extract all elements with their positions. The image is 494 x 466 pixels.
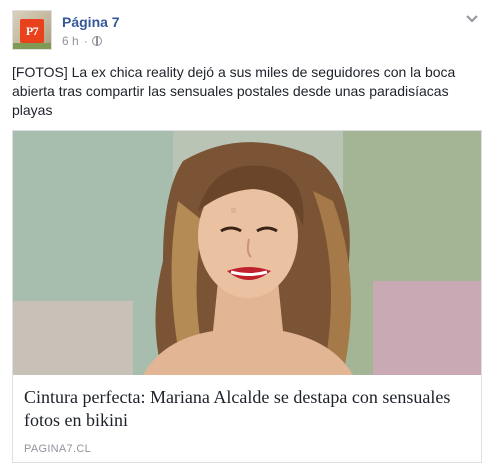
post-timestamp[interactable]: 6 h	[62, 34, 79, 48]
link-card-text[interactable]: Cintura perfecta: Mariana Alcalde se des…	[13, 375, 481, 462]
post-text: [FOTOS] La ex chica reality dejó a sus m…	[12, 64, 456, 118]
link-card-title[interactable]: Cintura perfecta: Mariana Alcalde se des…	[24, 386, 464, 432]
page-name-link[interactable]: Página 7	[62, 14, 120, 30]
page-logo: P7	[20, 19, 44, 43]
avatar-stripe	[13, 43, 51, 49]
chevron-down-icon[interactable]	[464, 12, 480, 26]
post-meta: 6 h ·	[62, 34, 102, 48]
woman-photo-illustration	[13, 131, 481, 375]
globe-icon[interactable]	[91, 36, 102, 46]
link-card[interactable]: Cintura perfecta: Mariana Alcalde se des…	[12, 130, 482, 463]
post-header: P7 Página 7 6 h ·	[12, 10, 482, 52]
link-card-domain: PAGINA7.CL	[24, 443, 91, 455]
meta-separator: ·	[83, 34, 88, 48]
page-avatar[interactable]: P7	[12, 10, 52, 50]
link-card-image[interactable]	[13, 131, 481, 375]
